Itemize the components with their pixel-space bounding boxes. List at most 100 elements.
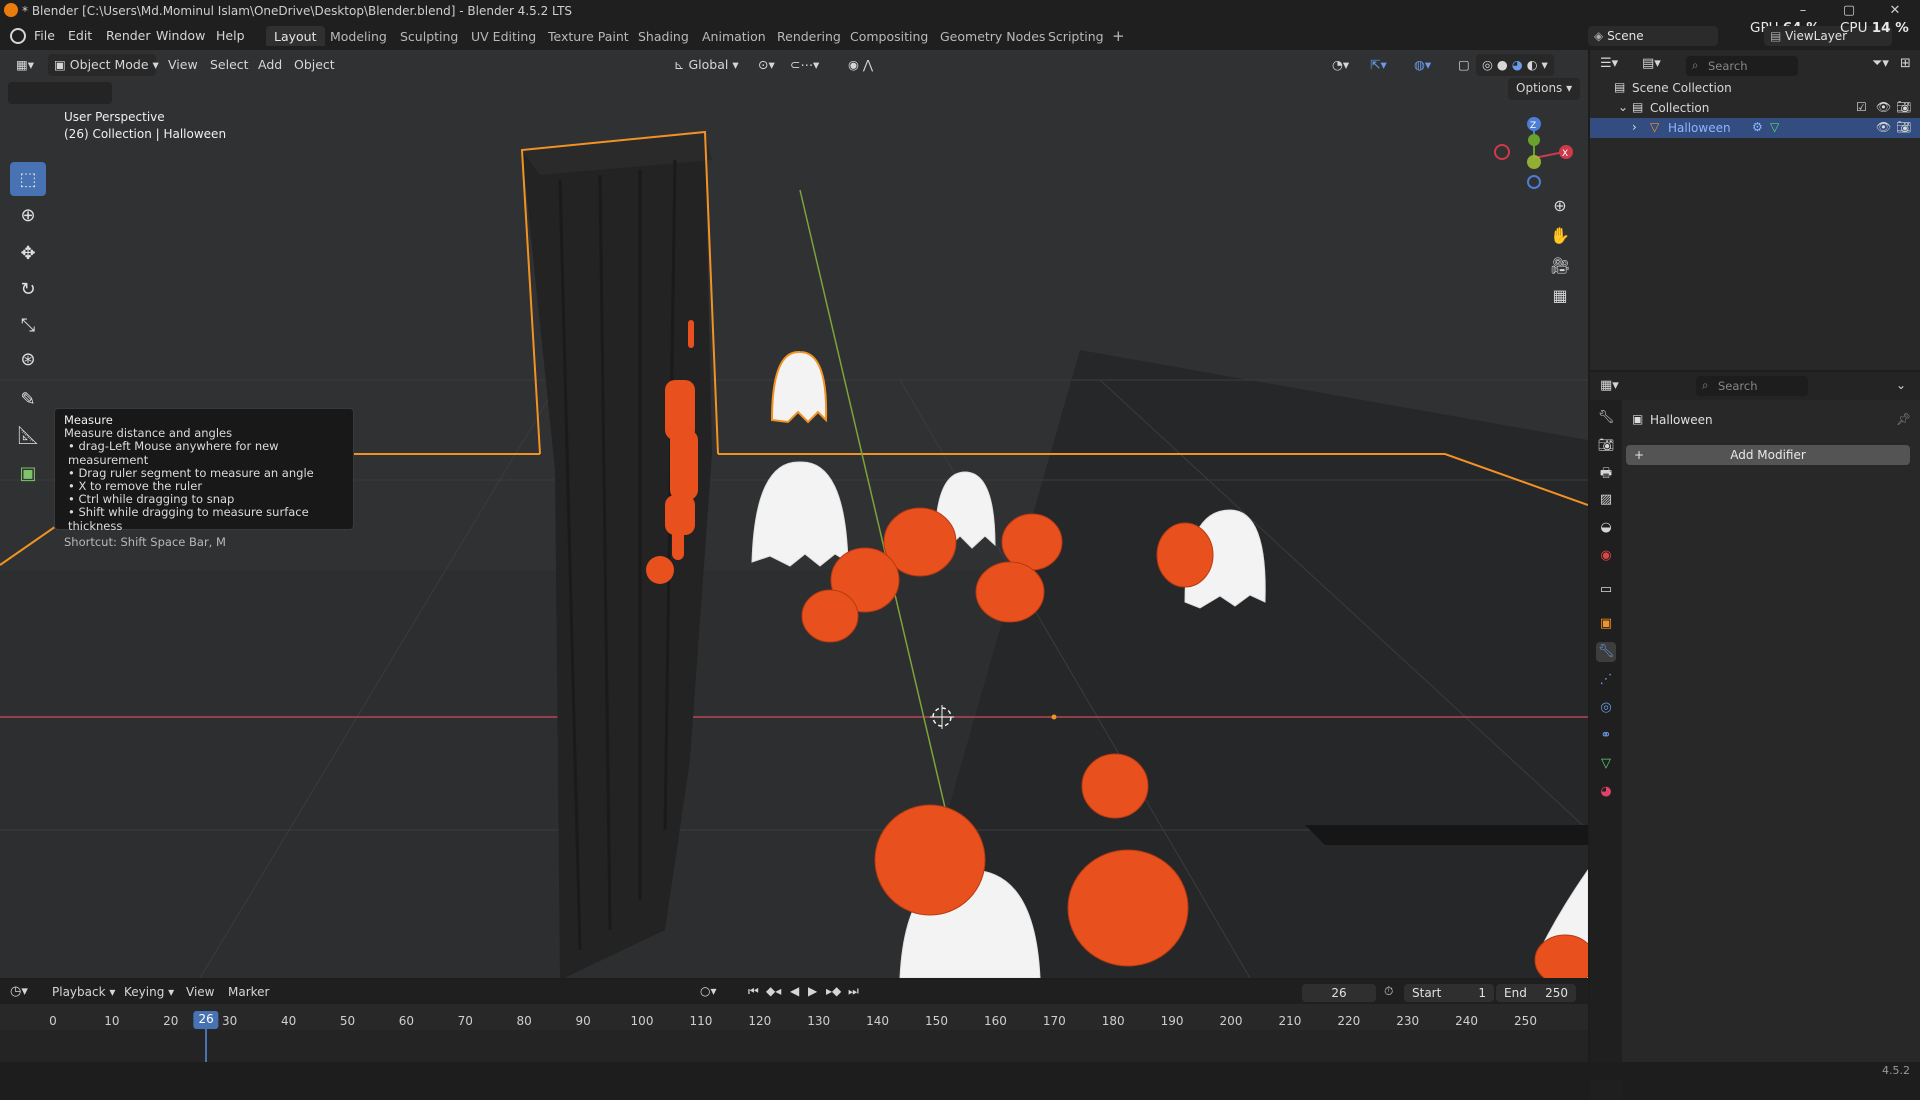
outliner-object-halloween[interactable]: › ▽ Halloween ⚙ ▽ 👁︎ 📷︎ xyxy=(1590,118,1920,138)
playhead-line[interactable] xyxy=(205,1026,208,1066)
pin-icon[interactable]: 📌︎ xyxy=(1896,412,1911,426)
menu-render[interactable]: Render xyxy=(106,28,151,43)
camera-icon[interactable]: 📷︎ xyxy=(1896,100,1911,114)
ortho-grid-icon[interactable]: ▦ xyxy=(1546,282,1574,310)
display-mode-icon[interactable]: ▤▾ xyxy=(1642,56,1661,71)
stopwatch-icon[interactable]: ⏱ xyxy=(1384,984,1393,999)
eye-icon[interactable]: 👁︎ xyxy=(1876,100,1891,114)
tab-uv-editing[interactable]: UV Editing xyxy=(463,26,544,46)
scale-tool-icon[interactable]: ⤡ xyxy=(10,308,46,342)
material-tab-icon[interactable]: ◕ xyxy=(1596,782,1616,802)
particles-tab-icon[interactable]: ⋰ xyxy=(1596,670,1616,690)
outliner-collection[interactable]: ⌄ ▤ Collection ☑ 👁︎ 📷︎ xyxy=(1590,98,1920,118)
menu-marker[interactable]: Marker xyxy=(228,985,269,999)
overlays-icon[interactable]: ◍▾ xyxy=(1408,54,1437,76)
rotate-tool-icon[interactable]: ↻ xyxy=(10,272,46,306)
object-tab-icon[interactable]: ▣ xyxy=(1596,614,1616,634)
menu-edit[interactable]: Edit xyxy=(68,28,92,43)
menu-select[interactable]: Select xyxy=(204,54,255,76)
chevron-down-icon[interactable]: ⌄ xyxy=(1896,378,1906,392)
properties-search-input[interactable]: ⌕ Search xyxy=(1696,376,1808,396)
editor-type-icon[interactable]: ▦▾ xyxy=(10,54,40,76)
3d-viewport[interactable]: ▦▾ ▣ Object Mode ▾ View Select Add Objec… xyxy=(0,50,1588,978)
pan-hand-icon[interactable]: ✋ xyxy=(1546,222,1574,250)
new-collection-icon[interactable]: ⊞ xyxy=(1900,56,1911,71)
world-tab-icon[interactable]: ◉ xyxy=(1596,546,1616,566)
tool-tab-icon[interactable]: 🔧︎ xyxy=(1596,408,1616,428)
cursor-tool-icon[interactable]: ⊕ xyxy=(10,198,46,232)
data-tab-icon[interactable]: ▽ xyxy=(1596,754,1616,774)
outliner-search-input[interactable]: ⌕ Search xyxy=(1686,56,1798,76)
play-reverse-icon[interactable]: ◀ xyxy=(790,984,799,998)
zoom-icon[interactable]: ⊕ xyxy=(1546,192,1574,220)
tab-sculpting[interactable]: Sculpting xyxy=(392,26,466,46)
close-button[interactable]: ✕ xyxy=(1880,2,1910,20)
menu-object[interactable]: Object xyxy=(288,54,341,76)
annotate-tool-icon[interactable]: ✎ xyxy=(10,382,46,416)
jump-end-icon[interactable]: ⏭ xyxy=(848,984,859,999)
outliner-editor-icon[interactable]: ☰▾ xyxy=(1600,56,1618,71)
collapse-arrow-icon[interactable]: › xyxy=(1632,120,1637,134)
start-frame-field[interactable]: Start 1 xyxy=(1404,984,1494,1002)
blender-menu-icon[interactable] xyxy=(10,28,26,44)
xray-icon[interactable]: ▢ xyxy=(1452,54,1476,76)
tab-compositing[interactable]: Compositing xyxy=(842,26,936,46)
measure-tool-icon[interactable]: 📐︎ xyxy=(10,418,46,452)
menu-window[interactable]: Window xyxy=(156,28,205,43)
properties-editor-icon[interactable]: ▦▾ xyxy=(1600,378,1619,393)
filter-icon[interactable]: ⏷▾ xyxy=(1872,56,1889,71)
menu-file[interactable]: File xyxy=(34,28,55,43)
transform-orientation[interactable]: ⊾ Global ▾ xyxy=(668,54,745,76)
menu-view[interactable]: View xyxy=(162,54,204,76)
tab-texture-paint[interactable]: Texture Paint xyxy=(540,26,637,46)
modifier-tab-icon[interactable]: 🔧︎ xyxy=(1596,642,1616,662)
add-modifier-button[interactable]: + Add Modifier xyxy=(1626,445,1910,465)
menu-timeline-view[interactable]: View xyxy=(186,985,214,999)
scene-tab-icon[interactable]: ◒ xyxy=(1596,518,1616,538)
proportional-edit-icon[interactable]: ◉ ⋀ xyxy=(842,54,879,76)
physics-tab-icon[interactable]: ◎ xyxy=(1596,698,1616,718)
timeline-editor-icon[interactable]: ◷▾ xyxy=(10,984,28,999)
visibility-icon[interactable]: ◔▾ xyxy=(1326,54,1355,76)
menu-keying[interactable]: Keying ▾ xyxy=(124,985,174,999)
move-tool-icon[interactable]: ✥ xyxy=(10,236,46,270)
selection-mode-buttons[interactable] xyxy=(8,82,112,104)
playhead-frame-badge[interactable]: 26 xyxy=(193,1011,219,1029)
camera-view-icon[interactable]: 🎥︎ xyxy=(1546,252,1574,280)
render-tab-icon[interactable]: 📷︎ xyxy=(1596,436,1616,456)
expand-arrow-icon[interactable]: ⌄ xyxy=(1618,100,1628,114)
shading-modes[interactable]: ◎ ● ◕ ◐ ▾ xyxy=(1476,54,1554,76)
end-frame-field[interactable]: End 250 xyxy=(1496,984,1576,1002)
tab-shading[interactable]: Shading xyxy=(630,26,697,46)
tab-rendering[interactable]: Rendering xyxy=(769,26,849,46)
tab-animation[interactable]: Animation xyxy=(694,26,774,46)
output-tab-icon[interactable]: 🖶︎ xyxy=(1596,464,1616,484)
snap-icon[interactable]: ⊂⋯▾ xyxy=(784,54,825,76)
tab-layout[interactable]: Layout xyxy=(266,26,325,46)
camera-icon[interactable]: 📷︎ xyxy=(1896,120,1911,134)
transform-tool-icon[interactable]: ⊛ xyxy=(10,342,46,376)
tab-geometry-nodes[interactable]: Geometry Nodes xyxy=(932,26,1053,46)
view-layer-tab-icon[interactable]: ▨ xyxy=(1596,490,1616,510)
pivot-point-icon[interactable]: ⊙▾ xyxy=(752,54,781,76)
navigation-gizmo[interactable]: Z X xyxy=(1490,112,1580,202)
scene-selector[interactable]: ◈ Scene xyxy=(1588,26,1718,46)
timeline-tracks[interactable] xyxy=(0,1030,1588,1066)
play-icon[interactable]: ▶ xyxy=(808,984,817,998)
prev-keyframe-icon[interactable]: ◆◂ xyxy=(766,984,781,998)
select-box-icon[interactable]: ⬚ xyxy=(10,162,46,196)
outliner-scene-collection[interactable]: ▤ Scene Collection xyxy=(1590,78,1920,98)
menu-add[interactable]: Add xyxy=(252,54,288,76)
constraints-tab-icon[interactable]: ⚭ xyxy=(1596,726,1616,746)
options-dropdown[interactable]: Options ▾ xyxy=(1508,78,1581,100)
gizmo-toggle-icon[interactable]: ⇱▾ xyxy=(1364,54,1393,76)
tab-modeling[interactable]: Modeling xyxy=(322,26,395,46)
minimize-button[interactable]: – xyxy=(1788,2,1818,20)
maximize-button[interactable]: ▢ xyxy=(1834,2,1864,20)
checkbox-icon[interactable]: ☑ xyxy=(1856,100,1867,114)
collection-tab-icon[interactable]: ▭ xyxy=(1596,580,1616,600)
menu-help[interactable]: Help xyxy=(216,28,245,43)
menu-playback[interactable]: Playback ▾ xyxy=(52,985,115,999)
tab-scripting[interactable]: Scripting xyxy=(1040,26,1112,46)
jump-start-icon[interactable]: ⏮ xyxy=(748,984,759,999)
